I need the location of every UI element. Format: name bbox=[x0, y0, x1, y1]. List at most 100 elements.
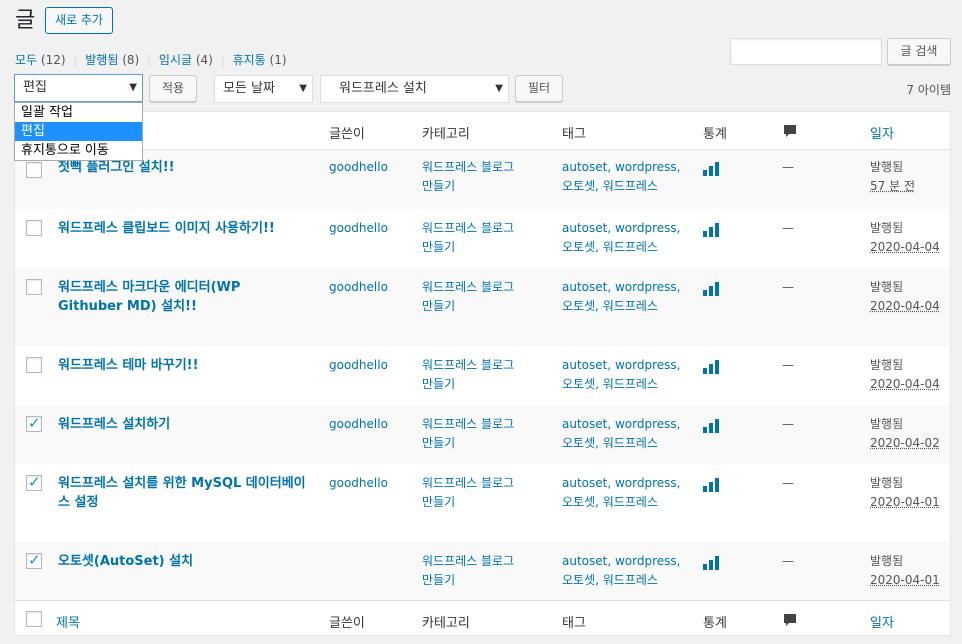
column-author: 글쓴이 bbox=[329, 127, 365, 142]
view-trash-count: (1) bbox=[269, 53, 287, 67]
category-link[interactable]: 만들기 bbox=[422, 495, 455, 509]
post-author-link[interactable]: goodhello bbox=[329, 415, 388, 434]
category-link[interactable]: 워드프레스 블로그 bbox=[422, 476, 514, 490]
bulk-action-dropdown: 일괄 작업 편집 휴지통으로 이동 bbox=[14, 102, 143, 161]
view-all[interactable]: 모두 bbox=[15, 53, 37, 67]
bulk-option-bulk-actions[interactable]: 일괄 작업 bbox=[15, 103, 142, 122]
category-link[interactable]: 워드프레스 블로그 bbox=[422, 280, 514, 294]
category-link[interactable]: 만들기 bbox=[422, 377, 455, 391]
post-title-link[interactable]: 오토셋(AutoSet) 설치 bbox=[58, 552, 308, 571]
search-posts-button[interactable]: 글 검색 bbox=[887, 38, 951, 65]
post-title-link[interactable]: 워드프레스 테마 바꾸기!! bbox=[58, 356, 308, 375]
search-input[interactable] bbox=[730, 38, 882, 65]
category-link[interactable]: 워드프레스 블로그 bbox=[422, 221, 514, 235]
category-filter-select[interactable]: 워드프레스 설치 ▼ bbox=[320, 75, 509, 103]
column-title-sort[interactable]: 제목 bbox=[56, 612, 80, 631]
filter-button[interactable]: 필터 bbox=[515, 75, 563, 102]
tag-links[interactable]: 오토셋, 워드프레스 bbox=[562, 495, 658, 509]
post-author-link[interactable]: goodhello bbox=[329, 219, 388, 238]
row-checkbox[interactable] bbox=[26, 279, 42, 295]
bar-chart-icon bbox=[703, 280, 719, 296]
tag-links[interactable]: 오토셋, 워드프레스 bbox=[562, 377, 658, 391]
column-date-sort[interactable]: 일자 bbox=[870, 612, 894, 631]
apply-button[interactable]: 적용 bbox=[149, 75, 197, 102]
tag-links[interactable]: 오토셋, 워드프레스 bbox=[562, 436, 658, 450]
column-tags: 태그 bbox=[562, 127, 586, 142]
bulk-option-edit[interactable]: 편집 bbox=[15, 122, 142, 141]
category-link[interactable]: 만들기 bbox=[422, 436, 455, 450]
tag-links[interactable]: autoset, wordpress, bbox=[562, 554, 680, 568]
select-all-checkbox[interactable] bbox=[26, 611, 42, 627]
post-categories: 워드프레스 블로그만들기 bbox=[422, 356, 552, 394]
view-all-count: (12) bbox=[40, 53, 66, 67]
category-link[interactable]: 워드프레스 블로그 bbox=[422, 358, 514, 372]
post-author-link[interactable]: goodhello bbox=[329, 158, 388, 177]
tag-links[interactable]: 오토셋, 워드프레스 bbox=[562, 179, 658, 193]
bulk-action-select[interactable]: 편집 ▼ bbox=[14, 74, 143, 102]
table-row: 첫뻑 플러그인 설치!! goodhello 워드프레스 블로그 만들기 autoset… bbox=[15, 150, 950, 209]
separator: | bbox=[220, 53, 225, 67]
tag-links[interactable]: autoset, wordpress, bbox=[562, 160, 680, 174]
row-checkbox[interactable] bbox=[26, 162, 42, 178]
bar-chart-icon bbox=[703, 476, 719, 492]
tag-links[interactable]: autoset, wordpress, bbox=[562, 221, 680, 235]
category-filter-selected: 워드프레스 설치 bbox=[339, 81, 427, 96]
category-link[interactable]: 만들기 bbox=[422, 240, 455, 254]
add-new-button[interactable]: 새로 추가 bbox=[45, 7, 113, 34]
row-checkbox[interactable] bbox=[26, 414, 42, 432]
post-date: 발행됨 2020-04-02 bbox=[870, 415, 940, 453]
view-trash[interactable]: 휴지통 bbox=[233, 53, 266, 67]
row-checkbox[interactable] bbox=[26, 551, 42, 569]
date-filter-select[interactable]: 모든 날짜 ▼ bbox=[214, 75, 313, 103]
row-checkbox[interactable] bbox=[26, 357, 42, 373]
post-date-value: 2020-04-02 bbox=[870, 436, 940, 450]
post-title-link[interactable]: 워드프레스 설치하기 bbox=[58, 415, 308, 434]
post-categories: 워드프레스 블로그만들기 bbox=[422, 552, 552, 590]
tag-links[interactable]: autoset, wordpress, bbox=[562, 417, 680, 431]
post-author-link[interactable]: goodhello bbox=[329, 356, 388, 375]
bar-chart-icon bbox=[703, 358, 719, 374]
tag-links[interactable]: autoset, wordpress, bbox=[562, 476, 680, 490]
stats-link[interactable] bbox=[703, 280, 719, 302]
category-link[interactable]: 워드프레스 블로그 bbox=[422, 160, 514, 174]
view-published[interactable]: 발행됨 bbox=[85, 53, 118, 67]
stats-link[interactable] bbox=[703, 221, 719, 243]
view-drafts[interactable]: 임시글 bbox=[159, 53, 192, 67]
table-row: 워드프레스 설치를 위한 MySQL 데이터베이스 설정 goodhello 워드프… bbox=[15, 464, 950, 542]
post-title-link[interactable]: 워드프레스 마크다운 에디터(WP Githuber MD) 설치!! bbox=[58, 278, 308, 316]
posts-table: 글쓴이 카테고리 태그 통계 일자 첫뻑 플러그인 설치!! goodhello 워… bbox=[14, 111, 951, 636]
stats-link[interactable] bbox=[703, 417, 719, 439]
comment-icon bbox=[784, 125, 796, 137]
row-checkbox[interactable] bbox=[26, 220, 42, 236]
tag-links[interactable]: autoset, wordpress, bbox=[562, 280, 680, 294]
tag-links[interactable]: 오토셋, 워드프레스 bbox=[562, 573, 658, 587]
tag-links[interactable]: autoset, wordpress, bbox=[562, 358, 680, 372]
category-link[interactable]: 만들기 bbox=[422, 573, 455, 587]
chevron-down-icon: ▼ bbox=[129, 82, 137, 93]
stats-link[interactable] bbox=[703, 476, 719, 498]
category-link[interactable]: 만들기 bbox=[422, 299, 455, 313]
category-link[interactable]: 만들기 bbox=[422, 179, 455, 193]
column-date-sort[interactable]: 일자 bbox=[870, 123, 894, 142]
row-checkbox[interactable] bbox=[26, 473, 42, 491]
stats-link[interactable] bbox=[703, 160, 719, 182]
post-date-value: 2020-04-04 bbox=[870, 240, 940, 254]
category-link[interactable]: 워드프레스 블로그 bbox=[422, 554, 514, 568]
stats-link[interactable] bbox=[703, 358, 719, 380]
separator: | bbox=[73, 53, 78, 67]
post-title-link[interactable]: 워드프레스 클립보드 이미지 사용하기!! bbox=[58, 219, 308, 238]
separator: | bbox=[147, 53, 152, 67]
tag-links[interactable]: 오토셋, 워드프레스 bbox=[562, 240, 658, 254]
post-title-link[interactable]: 워드프레스 설치를 위한 MySQL 데이터베이스 설정 bbox=[58, 474, 308, 512]
stats-link[interactable] bbox=[703, 554, 719, 576]
tag-links[interactable]: 오토셋, 워드프레스 bbox=[562, 299, 658, 313]
category-link[interactable]: 워드프레스 블로그 bbox=[422, 417, 514, 431]
post-tags: autoset, wordpress, 오토셋, 워드프레스 bbox=[562, 219, 692, 257]
post-tags: autoset, wordpress, 오토셋, 워드프레스 bbox=[562, 278, 692, 316]
post-author-link[interactable]: goodhello bbox=[329, 474, 388, 493]
post-date-value: 2020-04-04 bbox=[870, 299, 940, 313]
bulk-option-move-to-trash[interactable]: 휴지통으로 이동 bbox=[15, 141, 142, 160]
comment-count: — bbox=[782, 280, 794, 294]
post-tags: autoset, wordpress, 오토셋, 워드프레스 bbox=[562, 415, 692, 453]
post-author-link[interactable]: goodhello bbox=[329, 278, 388, 297]
